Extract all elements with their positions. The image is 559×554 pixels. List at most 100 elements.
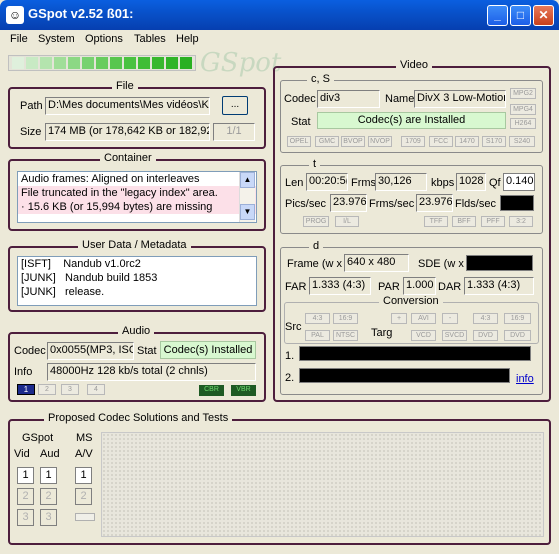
sde-field — [466, 255, 533, 271]
browse-button[interactable]: ... — [222, 96, 248, 115]
audio-info-label: Info — [14, 366, 33, 378]
targ-label: Targ — [371, 327, 393, 339]
bff-flag: BFF — [452, 216, 476, 227]
container-scrollbar[interactable]: ▲ ▼ — [239, 172, 255, 222]
aud-label: Aud — [40, 448, 60, 460]
cbr-indicator: CBR — [199, 385, 224, 396]
part-indicator: 1/1 — [213, 123, 255, 141]
codec-subgroup-title: c, S — [307, 73, 334, 85]
list-item: [ISFT] Nandub v1.0rc2 — [18, 257, 256, 271]
progress-segment — [12, 57, 24, 69]
audio-stream-2[interactable]: 2 — [38, 384, 56, 395]
progress-segment — [152, 57, 164, 69]
metadata-value: Nandub v1.0rc2 — [63, 258, 141, 270]
frame-field: 640 x 480 — [344, 254, 409, 272]
av-test-1-button[interactable]: 1 — [75, 467, 92, 484]
pff-flag: PFF — [481, 216, 505, 227]
targ-dvd-flag: DVD — [473, 330, 498, 341]
progress-segment — [110, 57, 122, 69]
dar-field: 1.333 (4:3) — [464, 277, 534, 295]
progress-segment — [54, 57, 66, 69]
userdata-list[interactable]: [ISFT] Nandub v1.0rc2 [JUNK] Nandub buil… — [17, 256, 257, 306]
audio-group-title: Audio — [118, 325, 155, 337]
opel-flag: OPEL — [287, 136, 311, 147]
metadata-tag: [JUNK] — [21, 286, 56, 298]
size-label: Size — [20, 126, 42, 138]
frms-sec-field: 23.976 — [416, 194, 453, 212]
maximize-button[interactable]: □ — [510, 5, 531, 26]
audio-stream-4[interactable]: 4 — [87, 384, 105, 395]
av-test-2-button[interactable]: 2 — [75, 488, 92, 505]
aud-test-3-button[interactable]: 3 — [40, 509, 57, 526]
audio-codec-field: 0x0055(MP3, ISO — [47, 342, 134, 360]
src-ntsc-flag: NTSC — [333, 330, 358, 341]
vid-test-1-button[interactable]: 1 — [17, 467, 34, 484]
frms-label: Frms — [351, 177, 377, 189]
menu-bar — [0, 30, 559, 49]
menu-help[interactable]: Help — [176, 33, 199, 45]
userdata-group-title: User Data / Metadata — [78, 239, 191, 251]
video-stat-label: Stat — [291, 116, 311, 128]
vid-label: Vid — [14, 448, 30, 460]
targ-svcd-flag: SVCD — [442, 330, 467, 341]
flds-sec-field — [500, 195, 534, 211]
nvop-flag: NVOP — [368, 136, 392, 147]
progress-segment — [180, 57, 192, 69]
menu-system[interactable]: System — [38, 33, 75, 45]
fcc-flag: FCC — [429, 136, 453, 147]
qf-label: Qf — [489, 177, 501, 189]
progress-segment — [26, 57, 38, 69]
audio-info-field: 48000Hz 128 kb/s total (2 chnls) — [47, 363, 256, 381]
audio-stat-field: Codec(s) Installed — [160, 341, 256, 359]
qf-field: 0.140 — [503, 173, 535, 191]
container-group-title: Container — [100, 152, 156, 164]
tff-flag: TFF — [424, 216, 448, 227]
menu-file[interactable]: File — [10, 33, 28, 45]
info-link[interactable]: info — [516, 373, 534, 385]
container-info-list[interactable]: Audio frames: Aligned on interleaves Fil… — [17, 171, 257, 223]
path-field[interactable]: D:\Mes documents\Mes vidéos\K — [45, 97, 210, 115]
list-item: [JUNK] release. — [18, 285, 256, 299]
metadata-value: release. — [65, 286, 105, 298]
minimize-button[interactable]: _ — [487, 5, 508, 26]
line-2-label: 2. — [285, 372, 295, 384]
audio-stream-1[interactable]: 1 — [17, 384, 35, 395]
flds-sec-label: Flds/sec — [455, 198, 496, 210]
aud-test-2-button[interactable]: 2 — [40, 488, 57, 505]
kbps-label: kbps — [431, 177, 455, 189]
video-codec-label: Codec — [284, 93, 316, 105]
vid-test-2-button[interactable]: 2 — [17, 488, 34, 505]
dimensions-subgroup-title: d — [309, 240, 324, 252]
aud-test-1-button[interactable]: 1 — [40, 467, 57, 484]
conversion-line-2 — [299, 368, 510, 383]
path-label: Path — [20, 100, 43, 112]
dar-label: DAR — [438, 281, 462, 293]
title-bar[interactable]: ☺ GSpot v2.52 ß01: _ □ ✕ — [0, 0, 559, 30]
list-item: [JUNK] Nandub build 1853 — [18, 271, 256, 285]
prog-flag: PROG — [303, 216, 329, 227]
far-field: 1.333 (4:3) — [309, 277, 371, 295]
kbps-field: 1028 — [456, 173, 486, 191]
conversion-line-1 — [299, 346, 531, 361]
close-button[interactable]: ✕ — [533, 5, 554, 26]
targ-plus-flag: + — [391, 313, 407, 324]
audio-stream-3[interactable]: 3 — [61, 384, 79, 395]
vid-test-3-button[interactable]: 3 — [17, 509, 34, 526]
menu-options[interactable]: Options — [85, 33, 123, 45]
ms-column-label: MS — [76, 432, 93, 444]
far-label: FAR — [285, 281, 307, 293]
h264-flag: H264 — [510, 118, 536, 129]
src-4-3-flag: 4:3 — [305, 313, 330, 324]
video-stat-field: Codec(s) are Installed — [317, 112, 506, 129]
frame-label: Frame (w x — [287, 258, 342, 270]
list-item: · 15.6 KB (or 15,994 bytes) are missing — [18, 200, 256, 214]
codec-solutions-area[interactable] — [101, 432, 544, 537]
audio-codec-label: Codec — [14, 345, 46, 357]
menu-tables[interactable]: Tables — [134, 33, 166, 45]
src-pal-flag: PAL — [305, 330, 330, 341]
video-group-title: Video — [396, 59, 432, 71]
list-item: File truncated in the "legacy index" are… — [18, 186, 256, 200]
pics-sec-field: 23.976 — [330, 194, 367, 212]
video-codec-field: div3 — [317, 90, 380, 108]
progress-segment — [68, 57, 80, 69]
